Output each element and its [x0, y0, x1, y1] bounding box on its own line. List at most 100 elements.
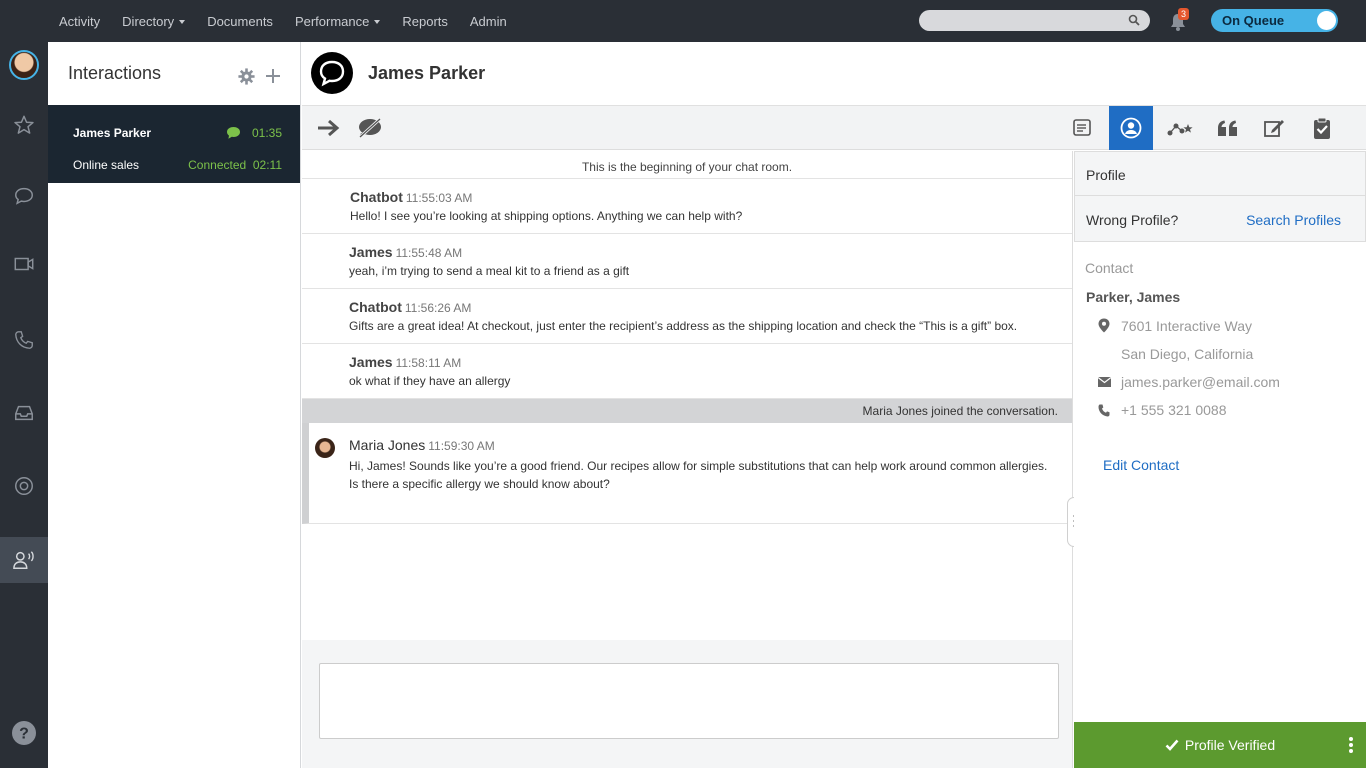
phone-icon — [1098, 404, 1110, 417]
menu-documents[interactable]: Documents — [196, 0, 284, 42]
rail-agent[interactable] — [0, 537, 48, 583]
rail-support[interactable] — [0, 463, 48, 509]
avatar — [9, 50, 39, 80]
rail-help[interactable]: ? — [0, 710, 48, 756]
message-sender: James 11:58:11 AM — [349, 354, 462, 370]
left-rail: ? — [0, 42, 48, 768]
user-circle-icon — [1120, 117, 1142, 139]
interactions-title: Interactions — [68, 63, 162, 83]
edit-contact-link[interactable]: Edit Contact — [1103, 457, 1179, 473]
edit-icon — [1264, 120, 1284, 137]
script-button[interactable] — [1060, 106, 1104, 150]
message-sender: Maria Jones 11:59:30 AM — [349, 437, 495, 453]
speech-bubble-icon — [319, 60, 345, 87]
svg-text:?: ? — [19, 726, 29, 743]
chat-transcript: This is the beginning of your chat room.… — [302, 151, 1073, 640]
address-line-1: 7601 Interactive Way — [1121, 318, 1252, 334]
queue-status-label: On Queue — [1222, 13, 1285, 28]
rail-avatar[interactable] — [0, 42, 48, 88]
interactions-header: Interactions — [48, 42, 300, 105]
connection-status: Connected 02:11 — [188, 158, 282, 172]
menu-performance[interactable]: Performance — [284, 0, 391, 42]
notes-button[interactable] — [1252, 106, 1296, 150]
contact-email[interactable]: james.parker@email.com — [1121, 374, 1280, 390]
wrapup-button[interactable] — [1300, 106, 1344, 150]
menu-admin[interactable]: Admin — [459, 0, 518, 42]
rail-video[interactable] — [0, 241, 48, 287]
message-sender: Chatbot 11:56:26 AM — [349, 299, 472, 315]
agent-message: Maria Jones 11:59:30 AM Hi, James! Sounds… — [302, 423, 1072, 524]
profile-verified-bar[interactable]: Profile Verified — [1074, 722, 1366, 768]
contact-name: Parker, James — [1086, 289, 1181, 305]
rail-phone[interactable] — [0, 317, 48, 363]
message-text: Hi, James! Sounds like you’re a good fri… — [349, 459, 1048, 491]
caret-down-icon — [179, 20, 186, 24]
location-pin-icon — [1098, 318, 1110, 333]
quote-icon — [1218, 120, 1237, 136]
wrong-profile-label: Wrong Profile? — [1086, 212, 1179, 228]
inbox-icon — [15, 405, 33, 421]
star-icon — [14, 115, 34, 134]
message-input[interactable] — [319, 663, 1059, 739]
lifebuoy-icon — [15, 477, 33, 495]
agent-icon — [13, 551, 34, 569]
search-icon[interactable] — [1128, 14, 1140, 26]
agent-avatar — [315, 438, 335, 458]
message-sender: Chatbot 11:55:03 AM — [350, 189, 473, 205]
queue-name: Online sales — [73, 158, 140, 172]
envelope-icon — [1098, 377, 1111, 387]
chat-avatar — [311, 52, 353, 94]
help-icon: ? — [12, 721, 36, 745]
customer-name: James Parker — [73, 126, 152, 140]
message-sender: James 11:55:48 AM — [349, 244, 463, 260]
disconnect-button[interactable] — [348, 106, 392, 150]
chat-icon — [15, 187, 33, 205]
rail-inbox[interactable] — [0, 390, 48, 436]
message-text: Gifts are a great idea! At checkout, jus… — [349, 319, 1018, 333]
menu-directory[interactable]: Directory — [111, 0, 196, 42]
profile-verified-label: Profile Verified — [1184, 737, 1276, 753]
journey-icon — [1167, 123, 1193, 136]
chat-message: Chatbot 11:55:03 AM Hello! I see you’re l… — [302, 179, 1072, 234]
composer-area — [302, 640, 1073, 768]
notification-badge: 3 — [1178, 8, 1190, 20]
more-vertical-icon[interactable] — [1348, 736, 1354, 754]
rail-chat[interactable] — [0, 173, 48, 219]
rail-favorites[interactable] — [0, 102, 48, 148]
profile-button[interactable] — [1109, 106, 1153, 150]
global-search — [919, 10, 1150, 31]
interaction-toolbar — [302, 106, 1366, 150]
add-icon[interactable] — [265, 68, 281, 84]
top-menu: Activity Directory Documents Performance… — [48, 0, 518, 42]
video-icon — [14, 257, 34, 271]
menu-activity[interactable]: Activity — [48, 0, 111, 42]
journey-button[interactable] — [1158, 106, 1202, 150]
search-profiles-link[interactable]: Search Profiles — [1246, 212, 1341, 228]
arrow-right-icon — [318, 119, 340, 137]
chat-message: Chatbot 11:56:26 AM Gifts are a great ide… — [302, 289, 1072, 344]
contact-label: Contact — [1085, 260, 1134, 276]
wrong-profile-bar: Wrong Profile? Search Profiles — [1074, 196, 1366, 242]
message-text: ok what if they have an allergy — [349, 374, 511, 388]
interaction-timer: 01:35 — [251, 126, 282, 140]
transfer-button[interactable] — [306, 106, 350, 150]
interaction-card[interactable]: James Parker 01:35 Online sales Connecte… — [48, 105, 300, 183]
caret-down-icon — [374, 20, 381, 24]
chat-title: James Parker — [368, 63, 486, 83]
search-input[interactable] — [919, 10, 1119, 31]
chat-message: James 11:58:11 AM ok what if they have an… — [302, 344, 1072, 399]
check-icon — [1165, 739, 1179, 751]
disconnect-bubble-icon — [357, 116, 383, 140]
on-queue-toggle[interactable]: On Queue — [1211, 9, 1338, 32]
toggle-knob — [1317, 11, 1336, 30]
message-text: yeah, i’m trying to send a meal kit to a… — [349, 264, 630, 278]
message-text: Hello! I see you’re looking at shipping … — [350, 209, 743, 223]
chat-start-notice: This is the beginning of your chat room. — [302, 151, 1072, 179]
contact-phone[interactable]: +1 555 321 0088 — [1121, 402, 1227, 418]
profile-panel: Profile Wrong Profile? Search Profiles C… — [1074, 151, 1366, 768]
top-nav: Activity Directory Documents Performance… — [0, 0, 1366, 42]
gear-icon[interactable] — [238, 68, 255, 85]
quotes-button[interactable] — [1206, 106, 1250, 150]
chat-header: James Parker — [302, 42, 1366, 106]
menu-reports[interactable]: Reports — [391, 0, 459, 42]
